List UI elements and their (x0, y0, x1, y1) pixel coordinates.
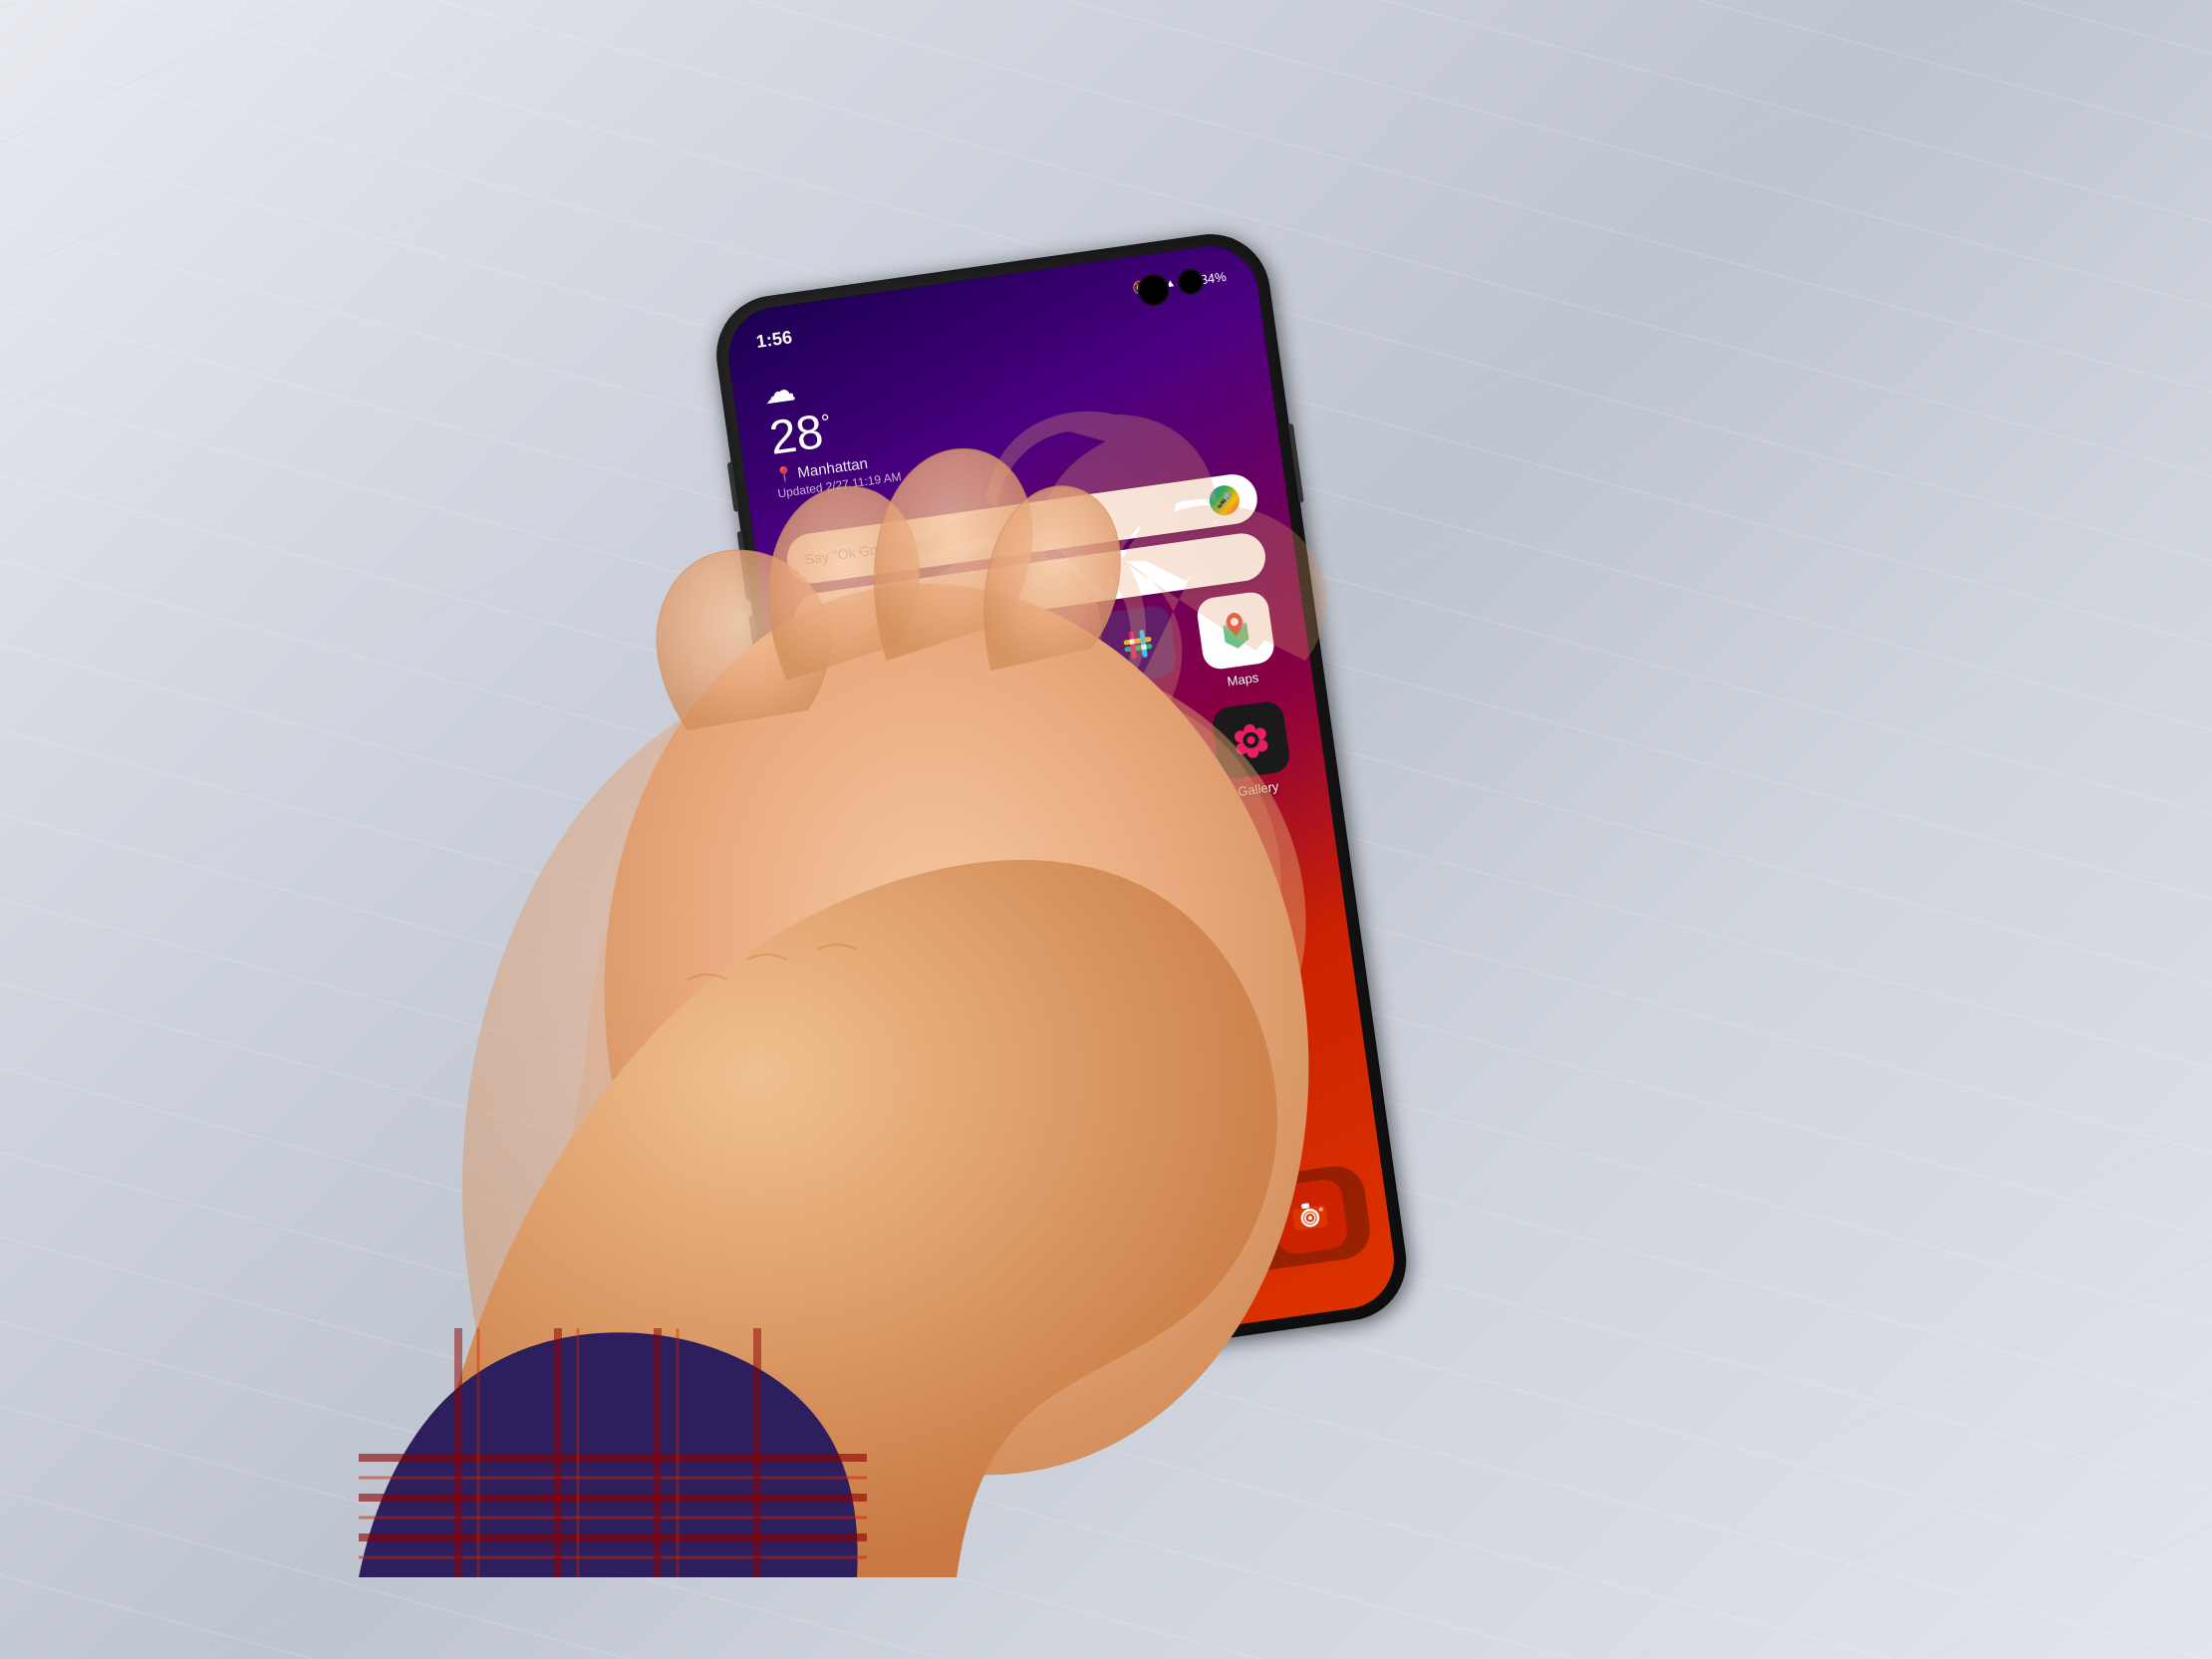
hand-background (209, 83, 2003, 1577)
scene: 1:56 🔇 ▲▲ ▲ 84% ☁ 28° (209, 83, 2003, 1577)
